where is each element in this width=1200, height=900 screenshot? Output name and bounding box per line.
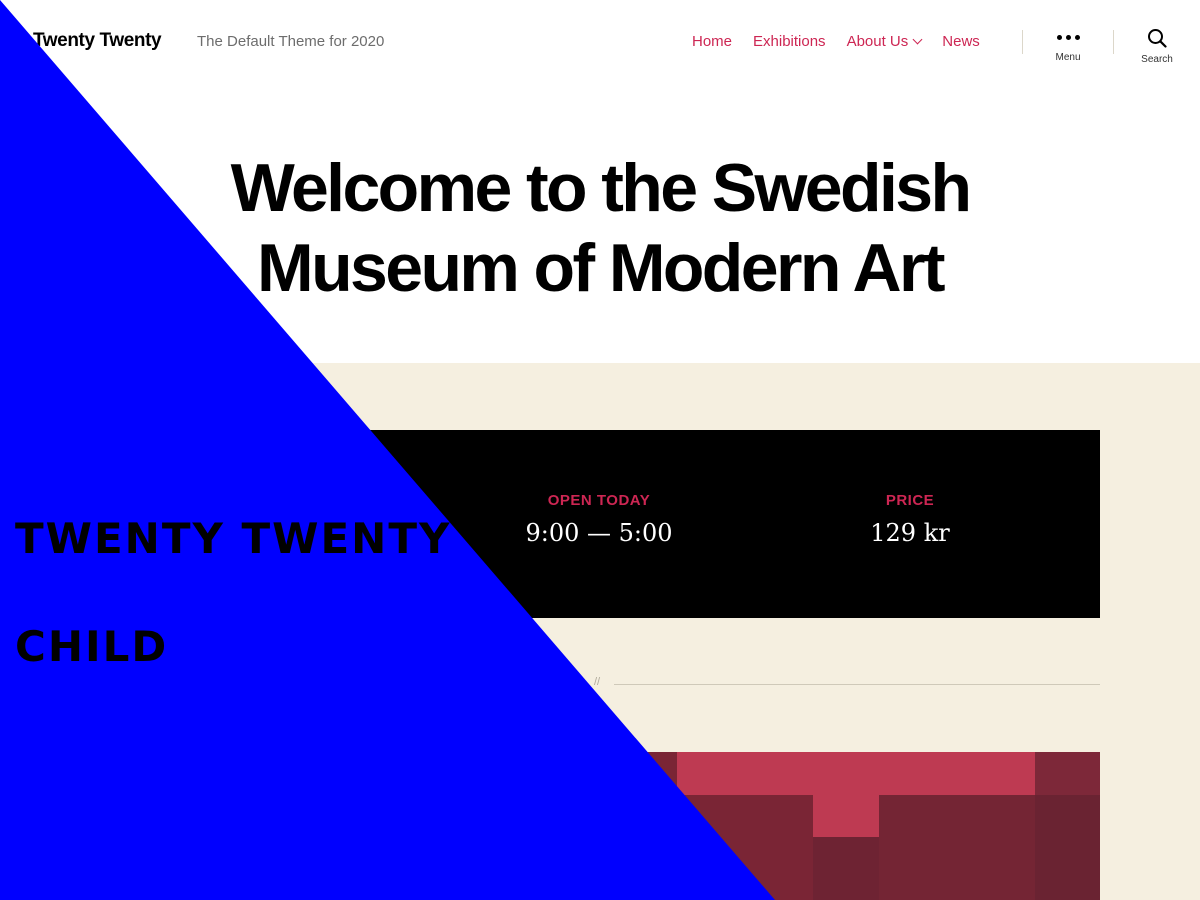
nav-item-news[interactable]: News (942, 33, 980, 50)
site-header: Twenty Twenty The Default Theme for 2020… (0, 0, 1200, 90)
nav-item-label: News (942, 33, 980, 50)
nav-item-about-us[interactable]: About Us (846, 33, 923, 50)
section-divider (614, 684, 1100, 685)
page-title: Welcome to the Swedish Museum of Modern … (150, 148, 1050, 308)
nav-item-home[interactable]: Home (692, 33, 732, 50)
header-separator (1113, 30, 1114, 54)
site-description: The Default Theme for 2020 (197, 33, 385, 50)
overlay-text-line: TWENTY TWENTY (15, 514, 452, 563)
open-today-block: OPEN TODAY 9:00 — 5:00 (449, 492, 749, 547)
nav-item-label: Exhibitions (753, 33, 826, 50)
ellipsis-icon (1056, 28, 1080, 46)
overlay-text-line: CHILD (15, 622, 169, 671)
artwork-block (879, 795, 1035, 900)
header-separator (1022, 30, 1023, 54)
primary-nav: Home Exhibitions About Us News (692, 33, 980, 50)
artwork-block (677, 752, 1035, 795)
divider-mark: // (594, 676, 601, 688)
artwork-block (1035, 752, 1100, 795)
artwork-block (677, 795, 813, 900)
artwork-block (813, 837, 879, 900)
nav-item-label: Home (692, 33, 733, 50)
open-today-value: 9:00 — 5:00 (525, 519, 673, 547)
menu-toggle-label: Menu (1055, 52, 1081, 63)
nav-item-exhibitions[interactable]: Exhibitions (753, 33, 826, 50)
open-today-heading: OPEN TODAY (547, 492, 651, 509)
chevron-down-icon (912, 34, 923, 45)
menu-toggle-button[interactable]: Menu (1033, 28, 1103, 63)
page-title-line: Museum of Modern Art (257, 230, 946, 306)
price-value: 129 kr (870, 519, 950, 547)
search-toggle-label: Search (1141, 54, 1173, 65)
search-icon (1148, 29, 1167, 48)
search-toggle-button[interactable]: Search (1122, 28, 1192, 65)
nav-item-label: About Us (846, 33, 909, 50)
page-title-line: Welcome to the Swedish (230, 150, 972, 226)
artwork-image (100, 752, 1100, 900)
artwork-block (1035, 795, 1100, 900)
site-title[interactable]: Twenty Twenty (33, 30, 162, 52)
artwork-block (813, 795, 879, 837)
price-block: PRICE 129 kr (760, 492, 1060, 547)
price-heading: PRICE (885, 492, 935, 509)
